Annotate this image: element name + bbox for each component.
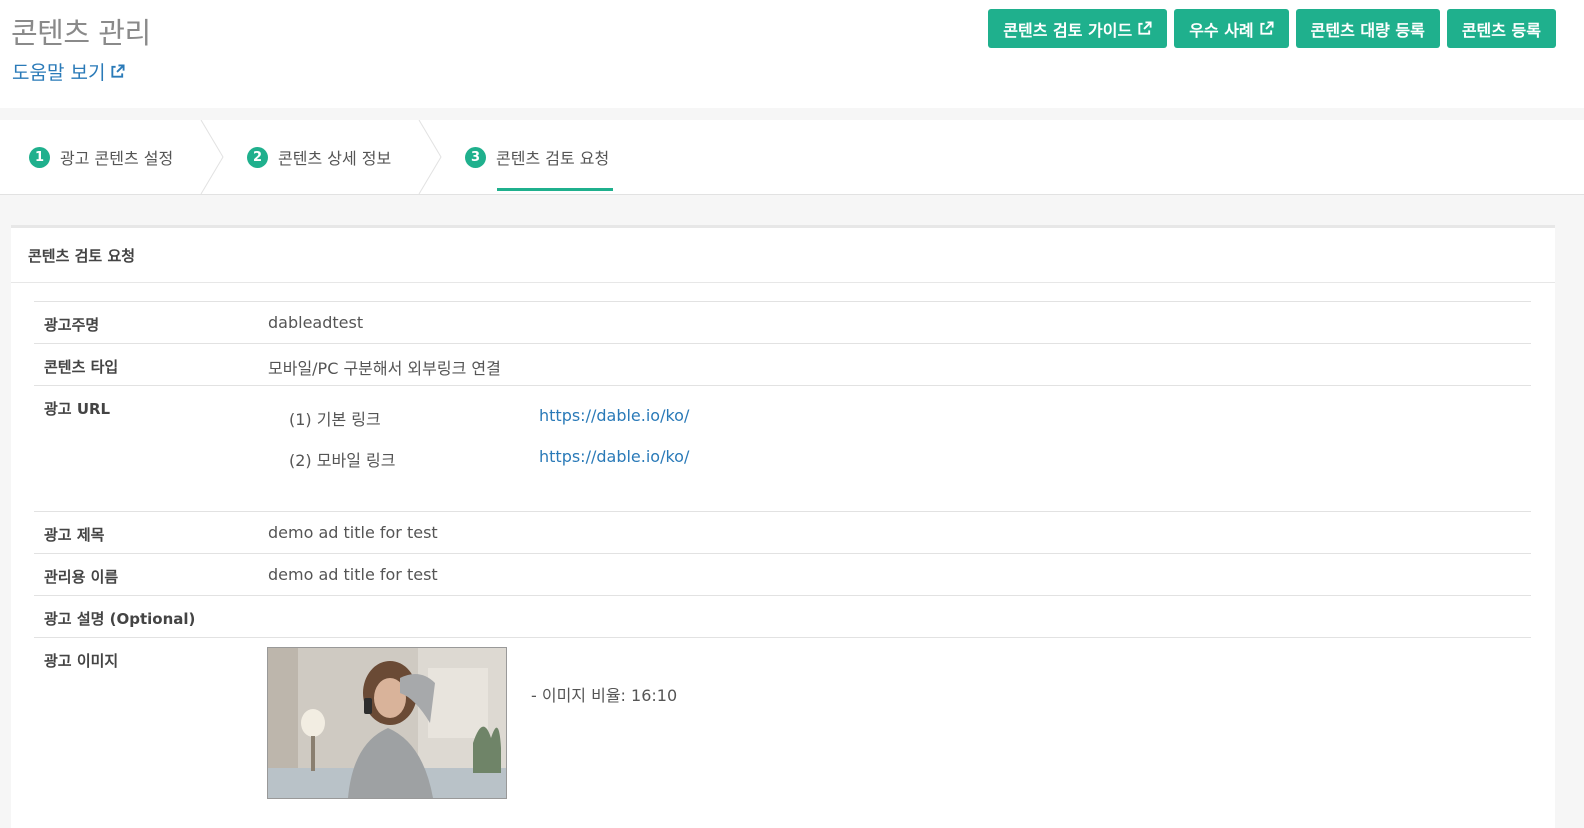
default-link[interactable]: https://dable.io/ko/ [539, 406, 689, 425]
step-1[interactable]: 1 광고 콘텐츠 설정 [29, 120, 173, 194]
url-name: (1) 기본 링크 [289, 410, 381, 429]
advertiser-value: dableadtest [268, 313, 364, 332]
row-label: 광고 제목 [44, 526, 105, 544]
best-cases-label: 우수 사례 [1189, 20, 1254, 40]
row-label: 광고 URL [44, 400, 111, 418]
panel-title: 콘텐츠 검토 요청 [11, 228, 1555, 283]
step-3[interactable]: 3 콘텐츠 검토 요청 [465, 120, 609, 194]
step-number: 2 [247, 146, 268, 168]
detail-table: 광고주명 dableadtest 콘텐츠 타입 모바일/PC 구분해서 외부링크… [34, 301, 1531, 813]
step-navigation: 1 광고 콘텐츠 설정 2 콘텐츠 상세 정보 3 콘텐츠 검토 요청 [0, 120, 1584, 195]
row-label: 콘텐츠 타입 [44, 358, 119, 376]
url-name: (2) 모바일 링크 [289, 451, 396, 470]
action-buttons: 콘텐츠 검토 가이드 우수 사례 콘텐츠 대량 등록 콘텐츠 등록 [988, 9, 1556, 48]
table-row: 광고주명 dableadtest [34, 302, 1531, 344]
table-row: 관리용 이름 demo ad title for test [34, 554, 1531, 596]
review-request-panel: 콘텐츠 검토 요청 광고주명 dableadtest 콘텐츠 타입 모바일/PC… [11, 225, 1555, 828]
review-guide-label: 콘텐츠 검토 가이드 [1003, 20, 1133, 40]
step-2[interactable]: 2 콘텐츠 상세 정보 [247, 120, 391, 194]
step-label: 콘텐츠 상세 정보 [278, 149, 392, 168]
admin-name-value: demo ad title for test [268, 565, 438, 584]
help-link-label: 도움말 보기 [12, 62, 106, 84]
ad-image-thumbnail [267, 647, 507, 799]
table-row: 광고 설명 (Optional) [34, 596, 1531, 638]
table-row: 광고 제목 demo ad title for test [34, 512, 1531, 554]
external-link-icon [1137, 21, 1152, 36]
row-label: 광고 이미지 [44, 652, 119, 670]
table-row: 광고 이미지 - 이미지 비율: 16:10 [34, 638, 1531, 813]
bulk-register-button[interactable]: 콘텐츠 대량 등록 [1295, 9, 1440, 48]
row-label: 광고 설명 (Optional) [44, 610, 196, 628]
table-row: 광고 URL (1) 기본 링크 https://dable.io/ko/ (2… [34, 386, 1531, 512]
row-label: 광고주명 [44, 316, 100, 334]
row-label: 관리용 이름 [44, 568, 119, 586]
register-button[interactable]: 콘텐츠 등록 [1446, 9, 1556, 48]
image-ratio-note: - 이미지 비율: 16:10 [531, 686, 678, 705]
review-guide-button[interactable]: 콘텐츠 검토 가이드 [988, 9, 1168, 48]
page-title: 콘텐츠 관리 [11, 16, 151, 50]
mobile-link[interactable]: https://dable.io/ko/ [539, 447, 689, 466]
step-number: 1 [29, 146, 50, 168]
step-label: 콘텐츠 검토 요청 [496, 149, 610, 168]
active-step-indicator [497, 188, 613, 191]
step-separators [200, 120, 442, 194]
help-link[interactable]: 도움말 보기 [12, 58, 125, 85]
ad-title-value: demo ad title for test [268, 523, 438, 542]
table-row: 콘텐츠 타입 모바일/PC 구분해서 외부링크 연결 [34, 344, 1531, 386]
page-header: 콘텐츠 관리 도움말 보기 콘텐츠 검토 가이드 우수 사례 콘텐츠 대량 등록… [0, 0, 1584, 108]
content-type-value: 모바일/PC 구분해서 외부링크 연결 [268, 359, 501, 378]
step-number: 3 [465, 146, 486, 168]
external-link-icon [1259, 21, 1274, 36]
best-cases-button[interactable]: 우수 사례 [1174, 9, 1289, 48]
step-label: 광고 콘텐츠 설정 [60, 149, 174, 168]
external-link-icon [110, 64, 125, 79]
